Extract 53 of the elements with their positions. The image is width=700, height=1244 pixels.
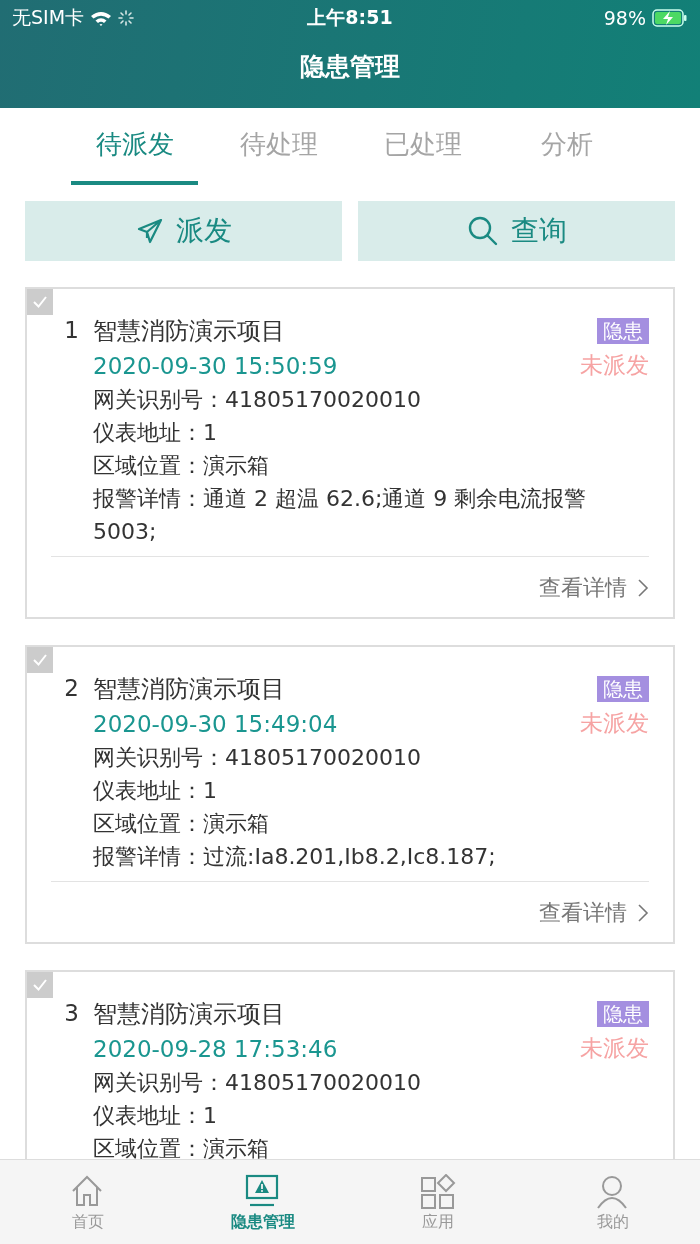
field-text: 网关识别号：41805170020010 bbox=[93, 1069, 422, 1097]
status-text: 未派发 bbox=[580, 351, 649, 380]
carrier-text: 无SIM卡 bbox=[12, 5, 85, 30]
hazard-tag: 隐患 bbox=[597, 675, 649, 702]
project-name: 智慧消防演示项目 bbox=[93, 673, 285, 705]
apps-icon bbox=[419, 1174, 456, 1210]
field-text: 区域位置：演示箱 bbox=[93, 452, 270, 480]
field-text: 网关识别号：41805170020010 bbox=[93, 386, 422, 414]
alarm-time: 2020-09-30 15:49:04 bbox=[93, 710, 338, 737]
row-number: 2 bbox=[63, 674, 79, 703]
project-name: 智慧消防演示项目 bbox=[93, 315, 285, 347]
clock-text: 上午8:51 bbox=[307, 5, 393, 30]
tab[interactable]: 已处理 bbox=[359, 108, 486, 185]
details-link[interactable]: 查看详情 bbox=[539, 898, 649, 928]
status-text: 未派发 bbox=[580, 709, 649, 738]
loading-icon bbox=[118, 10, 135, 26]
battery-percent: 98% bbox=[603, 7, 646, 29]
tab[interactable]: 待处理 bbox=[215, 108, 342, 185]
field-text: 仪表地址：1 bbox=[93, 1102, 218, 1130]
hazard-tag: 隐患 bbox=[597, 1000, 649, 1027]
hazard-tag: 隐患 bbox=[597, 317, 649, 344]
tab-bar-item[interactable]: 我的 bbox=[525, 1160, 700, 1244]
tab-bar-item[interactable]: 首页 bbox=[0, 1160, 175, 1244]
tab-bar-item[interactable]: 应用 bbox=[350, 1160, 525, 1244]
row-number: 1 bbox=[63, 316, 79, 345]
row-number: 3 bbox=[63, 999, 79, 1028]
field-text: 区域位置：演示箱 bbox=[93, 810, 270, 838]
dispatch-button[interactable]: 派发 bbox=[25, 201, 342, 261]
chevron-right-icon bbox=[637, 578, 649, 598]
page-title: 隐患管理 bbox=[299, 51, 401, 83]
project-name: 智慧消防演示项目 bbox=[93, 998, 285, 1030]
field-text: 报警详情：过流:Ia8.201,Ib8.2,Ic8.187; bbox=[93, 843, 497, 871]
paper-plane-icon bbox=[135, 217, 164, 245]
tab[interactable]: 待派发 bbox=[71, 108, 198, 185]
tab[interactable]: 分析 bbox=[503, 108, 630, 185]
checkbox[interactable] bbox=[27, 972, 53, 998]
status-text: 未派发 bbox=[580, 1034, 649, 1063]
field-text: 网关识别号：41805170020010 bbox=[93, 744, 422, 772]
alarm-time: 2020-09-28 17:53:46 bbox=[93, 1035, 338, 1062]
checkbox[interactable] bbox=[27, 647, 53, 673]
chevron-right-icon bbox=[637, 903, 649, 923]
details-link[interactable]: 查看详情 bbox=[539, 573, 649, 603]
field-text: 区域位置：演示箱 bbox=[93, 1135, 270, 1159]
field-text: 仪表地址：1 bbox=[93, 777, 218, 805]
wifi-icon bbox=[90, 10, 113, 26]
search-icon bbox=[466, 215, 499, 247]
battery-icon bbox=[652, 9, 688, 27]
alarm-time: 2020-09-30 15:50:59 bbox=[93, 352, 338, 379]
field-text: 仪表地址：1 bbox=[93, 419, 218, 447]
tab-bar-item[interactable]: 隐患管理 bbox=[175, 1160, 350, 1244]
checkbox[interactable] bbox=[27, 289, 53, 315]
field-text: 报警详情：通道 2 超温 62.6;通道 9 剩余电流报警 5003; bbox=[93, 485, 588, 546]
search-button[interactable]: 查询 bbox=[358, 201, 675, 261]
